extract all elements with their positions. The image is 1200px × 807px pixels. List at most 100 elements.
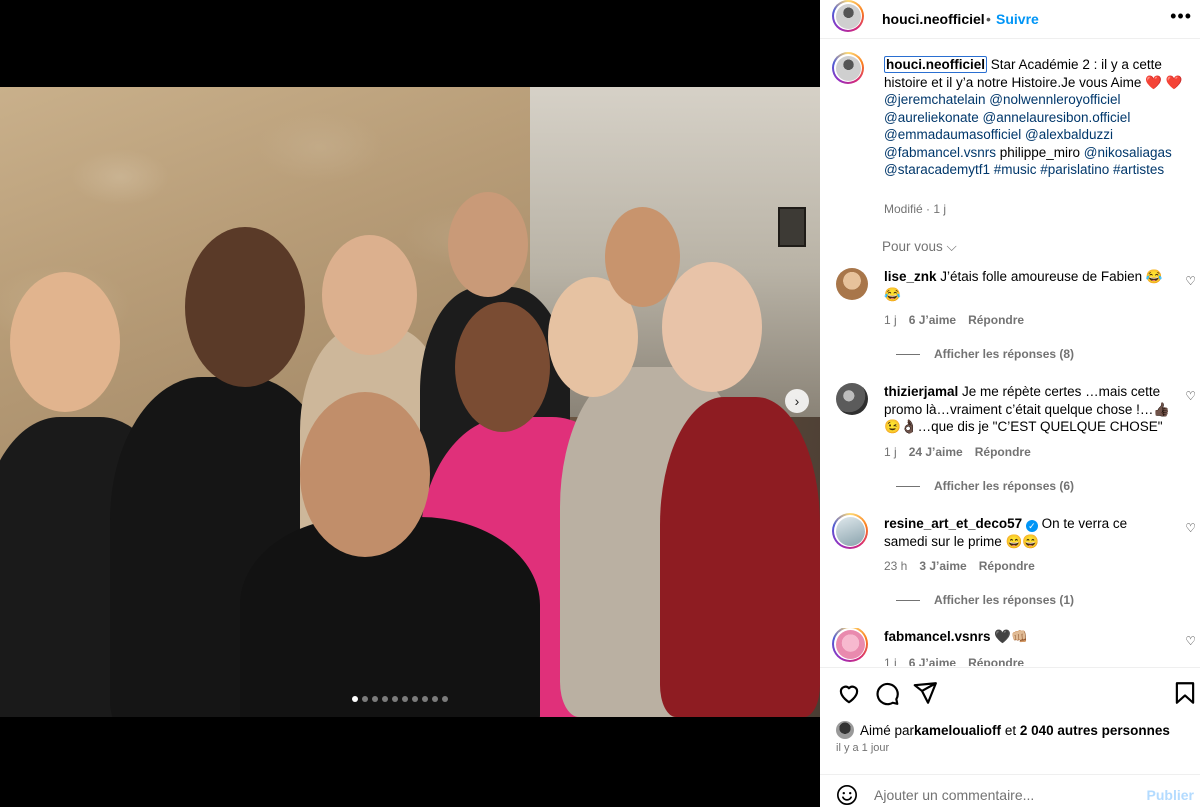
verified-icon: ✓ bbox=[1025, 520, 1038, 532]
avatar-image bbox=[835, 3, 861, 29]
comment-likes[interactable]: 3 J’aime bbox=[919, 559, 966, 573]
reply-button[interactable]: Répondre bbox=[968, 313, 1024, 327]
comment-meta: 1 j 6 J’aime Répondre bbox=[884, 656, 1036, 666]
comment-meta: 1 j 24 J’aime Répondre bbox=[884, 445, 1043, 459]
post-header: houci.neofficiel • Suivre ••• bbox=[820, 0, 1200, 34]
comment-meta: 1 j 6 J’aime Répondre bbox=[884, 313, 1036, 327]
comment-likes[interactable]: 6 J’aime bbox=[909, 656, 956, 666]
comment-avatar[interactable] bbox=[836, 268, 868, 300]
carousel-dots bbox=[352, 696, 448, 702]
comment-text: resine_art_et_deco57 ✓ On te verra ce sa… bbox=[884, 515, 1174, 550]
comment-filter-dropdown[interactable]: Pour vous ⌵ bbox=[882, 239, 957, 255]
share-icon[interactable] bbox=[912, 680, 938, 706]
chevron-right-icon: › bbox=[794, 393, 800, 409]
show-replies-button[interactable]: Afficher les réponses (1) bbox=[896, 593, 1074, 607]
caption-avatar[interactable] bbox=[832, 52, 864, 84]
heart-icon[interactable] bbox=[836, 680, 862, 706]
post-media: › bbox=[0, 0, 820, 807]
header-separator: • bbox=[986, 11, 991, 27]
avatar-image bbox=[835, 55, 861, 81]
divider bbox=[820, 38, 1200, 39]
comment-username[interactable]: lise_znk bbox=[884, 269, 937, 284]
caption-text: houci.neofficiel Star Académie 2 : il y … bbox=[884, 56, 1190, 179]
person-body bbox=[660, 397, 820, 717]
comment-like-icon[interactable]: ♡ bbox=[1185, 634, 1196, 648]
carousel-dot[interactable] bbox=[362, 696, 368, 702]
post-time: il y a 1 jour bbox=[836, 742, 890, 754]
comment-likes[interactable]: 24 J’aime bbox=[909, 445, 963, 459]
comment-time: 1 j bbox=[884, 656, 897, 666]
comment-body: 🖤👊🏼 bbox=[990, 629, 1028, 644]
reply-button[interactable]: Répondre bbox=[979, 559, 1035, 573]
author-avatar[interactable] bbox=[832, 0, 864, 32]
comment-username[interactable]: resine_art_et_deco57 bbox=[884, 516, 1022, 531]
comment-avatar[interactable] bbox=[836, 383, 868, 415]
comment-avatar[interactable] bbox=[832, 513, 868, 549]
comment-time: 1 j bbox=[884, 313, 897, 327]
comment-like-icon[interactable]: ♡ bbox=[1185, 274, 1196, 288]
carousel-dot[interactable] bbox=[422, 696, 428, 702]
post-actions bbox=[820, 680, 1200, 708]
comment-meta: 23 h 3 J’aime Répondre bbox=[884, 559, 1047, 573]
person-face bbox=[185, 227, 305, 387]
comment-icon[interactable] bbox=[874, 680, 900, 706]
divider bbox=[820, 667, 1200, 668]
comment-username[interactable]: thizierjamal bbox=[884, 384, 958, 399]
carousel-dot[interactable] bbox=[412, 696, 418, 702]
comment-like-icon[interactable]: ♡ bbox=[1185, 521, 1196, 535]
carousel-dot[interactable] bbox=[402, 696, 408, 702]
avatar-image bbox=[835, 516, 865, 546]
person-face bbox=[662, 262, 762, 392]
liker-avatar[interactable] bbox=[836, 721, 854, 739]
follow-button[interactable]: Suivre bbox=[996, 11, 1039, 27]
reply-button[interactable]: Répondre bbox=[968, 656, 1024, 666]
more-options-icon[interactable]: ••• bbox=[1170, 6, 1192, 27]
likes-prefix: Aimé par bbox=[860, 722, 915, 738]
caption-plain: philippe_miro bbox=[996, 144, 1084, 160]
publish-button[interactable]: Publier bbox=[1147, 787, 1194, 803]
show-replies-button[interactable]: Afficher les réponses (8) bbox=[896, 347, 1074, 361]
reply-button[interactable]: Répondre bbox=[975, 445, 1031, 459]
comment-avatar[interactable] bbox=[832, 628, 868, 662]
comment-text: thizierjamal Je me répète certes …mais c… bbox=[884, 383, 1174, 436]
show-replies-button[interactable]: Afficher les réponses (6) bbox=[896, 479, 1074, 493]
divider bbox=[820, 774, 1200, 775]
comment-text: fabmancel.vsnrs 🖤👊🏼 bbox=[884, 628, 1174, 646]
group-photo bbox=[0, 87, 820, 717]
carousel-dot[interactable] bbox=[432, 696, 438, 702]
likes-summary: Aimé par kameloualioff et 2 040 autres p… bbox=[836, 721, 1170, 739]
carousel-dot[interactable] bbox=[382, 696, 388, 702]
comment-time: 1 j bbox=[884, 445, 897, 459]
avatar-inner bbox=[834, 628, 866, 660]
caption-username[interactable]: houci.neofficiel bbox=[884, 56, 988, 73]
comment-like-icon[interactable]: ♡ bbox=[1185, 389, 1196, 403]
person-face bbox=[300, 392, 430, 557]
caption-meta: Modifié · 1 j bbox=[884, 202, 947, 216]
person-face bbox=[448, 192, 528, 297]
person-face bbox=[455, 302, 550, 432]
wall-frame bbox=[778, 207, 806, 247]
post-side-panel: houci.neofficiel • Suivre ••• houci.neof… bbox=[820, 0, 1200, 807]
carousel-next-button[interactable]: › bbox=[785, 389, 809, 413]
avatar-inner bbox=[834, 515, 866, 547]
comment-username[interactable]: fabmancel.vsnrs bbox=[884, 629, 991, 644]
comment-input[interactable] bbox=[874, 784, 1134, 806]
liker-username[interactable]: kameloualioff bbox=[914, 723, 1001, 738]
person-face bbox=[322, 235, 417, 355]
carousel-dot[interactable] bbox=[392, 696, 398, 702]
carousel-dot[interactable] bbox=[352, 696, 358, 702]
person-face bbox=[10, 272, 120, 412]
comment-item: fabmancel.vsnrs 🖤👊🏼 ♡ 1 j 6 J’aime Répondr… bbox=[832, 628, 1198, 666]
comment-likes[interactable]: 6 J’aime bbox=[909, 313, 956, 327]
comment-text: lise_znk J’étais folle amoureuse de Fabi… bbox=[884, 268, 1174, 303]
bookmark-icon[interactable] bbox=[1172, 680, 1198, 706]
emoji-icon[interactable] bbox=[836, 784, 858, 806]
author-username[interactable]: houci.neofficiel bbox=[882, 11, 985, 27]
likes-count[interactable]: 2 040 autres personnes bbox=[1020, 723, 1170, 738]
avatar-image bbox=[835, 629, 865, 659]
comment-time: 23 h bbox=[884, 559, 908, 573]
avatar-inner bbox=[834, 54, 862, 82]
carousel-dot[interactable] bbox=[442, 696, 448, 702]
add-comment-bar: Publier bbox=[820, 778, 1200, 807]
carousel-dot[interactable] bbox=[372, 696, 378, 702]
